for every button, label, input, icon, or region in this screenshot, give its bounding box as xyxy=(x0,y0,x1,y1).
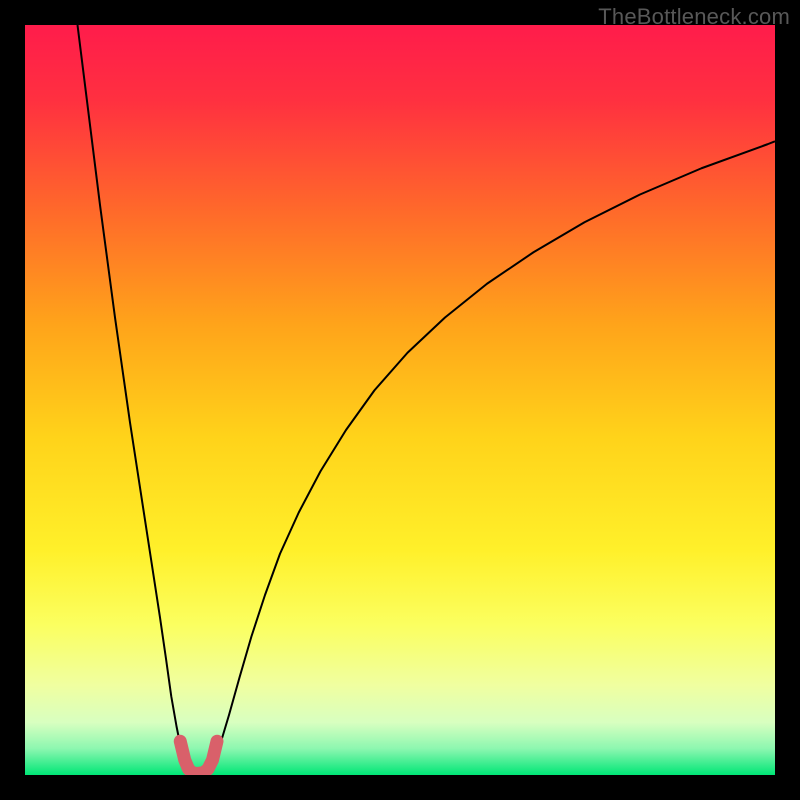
plot-area xyxy=(25,25,775,775)
watermark-text: TheBottleneck.com xyxy=(598,4,790,30)
gradient-background xyxy=(25,25,775,775)
chart-frame: TheBottleneck.com xyxy=(0,0,800,800)
chart-svg xyxy=(25,25,775,775)
